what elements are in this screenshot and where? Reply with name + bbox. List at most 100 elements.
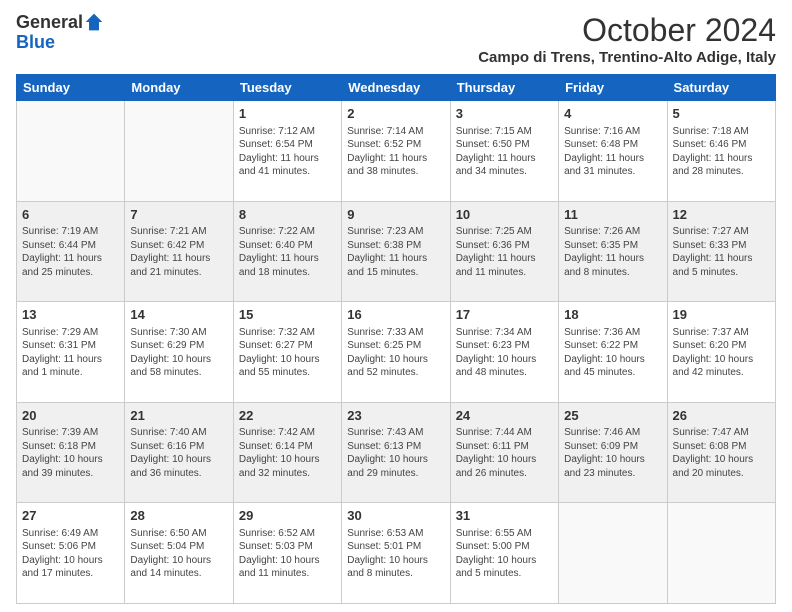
calendar-cell: 15 Sunrise: 7:32 AM Sunset: 6:27 PM Dayli… [233, 302, 341, 403]
calendar-header-sunday: Sunday [17, 75, 125, 101]
calendar-cell: 14 Sunrise: 7:30 AM Sunset: 6:29 PM Dayli… [125, 302, 233, 403]
day-info: Sunrise: 7:43 AM Sunset: 6:13 PM Dayligh… [347, 426, 444, 480]
calendar-week-row: 6Sunrise: 7:19 AM Sunset: 6:44 PM Daylig… [17, 201, 776, 302]
calendar-cell: 4 Sunrise: 7:16 AM Sunset: 6:48 PM Daylig… [559, 101, 667, 202]
day-number: 25 [564, 407, 661, 425]
calendar-cell: 25Sunrise: 7:46 AM Sunset: 6:09 PM Dayli… [559, 402, 667, 503]
day-number: 4 [564, 105, 661, 123]
day-info: Sunrise: 7:36 AM Sunset: 6:22 PM Dayligh… [564, 326, 661, 380]
calendar-cell: 31 Sunrise: 6:55 AM Sunset: 5:00 PM Dayli… [450, 503, 558, 604]
day-info: Sunrise: 7:26 AM Sunset: 6:35 PM Dayligh… [564, 225, 661, 279]
subtitle: Campo di Trens, Trentino-Alto Adige, Ita… [478, 49, 776, 66]
day-info: Sunrise: 7:42 AM Sunset: 6:14 PM Dayligh… [239, 426, 336, 480]
day-info: Sunrise: 7:29 AM Sunset: 6:31 PM Dayligh… [22, 326, 119, 380]
day-number: 22 [239, 407, 336, 425]
day-info: Sunrise: 7:39 AM Sunset: 6:18 PM Dayligh… [22, 426, 119, 480]
calendar-cell: 16Sunrise: 7:33 AM Sunset: 6:25 PM Dayli… [342, 302, 450, 403]
day-info: Sunrise: 7:47 AM Sunset: 6:08 PM Dayligh… [673, 426, 770, 480]
day-info: Sunrise: 7:27 AM Sunset: 6:33 PM Dayligh… [673, 225, 770, 279]
day-info: Sunrise: 7:33 AM Sunset: 6:25 PM Dayligh… [347, 326, 444, 380]
day-info: Sunrise: 7:40 AM Sunset: 6:16 PM Dayligh… [130, 426, 227, 480]
calendar-cell: 10Sunrise: 7:25 AM Sunset: 6:36 PM Dayli… [450, 201, 558, 302]
calendar-week-row: 20Sunrise: 7:39 AM Sunset: 6:18 PM Dayli… [17, 402, 776, 503]
calendar-header-saturday: Saturday [667, 75, 775, 101]
day-number: 7 [130, 206, 227, 224]
calendar-cell: 6Sunrise: 7:19 AM Sunset: 6:44 PM Daylig… [17, 201, 125, 302]
calendar-cell [559, 503, 667, 604]
day-number: 29 [239, 507, 336, 525]
calendar-cell: 21Sunrise: 7:40 AM Sunset: 6:16 PM Dayli… [125, 402, 233, 503]
day-info: Sunrise: 7:15 AM Sunset: 6:50 PM Dayligh… [456, 125, 553, 179]
day-info: Sunrise: 6:52 AM Sunset: 5:03 PM Dayligh… [239, 527, 336, 581]
header: General Blue October 2024 Campo di Trens… [16, 12, 776, 66]
day-number: 21 [130, 407, 227, 425]
day-info: Sunrise: 7:22 AM Sunset: 6:40 PM Dayligh… [239, 225, 336, 279]
calendar-cell: 23Sunrise: 7:43 AM Sunset: 6:13 PM Dayli… [342, 402, 450, 503]
calendar-cell: 17Sunrise: 7:34 AM Sunset: 6:23 PM Dayli… [450, 302, 558, 403]
day-info: Sunrise: 6:53 AM Sunset: 5:01 PM Dayligh… [347, 527, 444, 581]
day-number: 1 [239, 105, 336, 123]
calendar-cell: 1 Sunrise: 7:12 AM Sunset: 6:54 PM Daylig… [233, 101, 341, 202]
title-block: October 2024 Campo di Trens, Trentino-Al… [478, 12, 776, 66]
calendar-cell: 30Sunrise: 6:53 AM Sunset: 5:01 PM Dayli… [342, 503, 450, 604]
day-number: 10 [456, 206, 553, 224]
calendar-cell: 3 Sunrise: 7:15 AM Sunset: 6:50 PM Daylig… [450, 101, 558, 202]
day-info: Sunrise: 7:12 AM Sunset: 6:54 PM Dayligh… [239, 125, 336, 179]
page: General Blue October 2024 Campo di Trens… [0, 0, 792, 612]
day-number: 6 [22, 206, 119, 224]
calendar-cell: 18Sunrise: 7:36 AM Sunset: 6:22 PM Dayli… [559, 302, 667, 403]
calendar-week-row: 27Sunrise: 6:49 AM Sunset: 5:06 PM Dayli… [17, 503, 776, 604]
calendar-cell [667, 503, 775, 604]
day-info: Sunrise: 6:55 AM Sunset: 5:00 PM Dayligh… [456, 527, 553, 581]
day-number: 24 [456, 407, 553, 425]
day-number: 15 [239, 306, 336, 324]
day-info: Sunrise: 7:44 AM Sunset: 6:11 PM Dayligh… [456, 426, 553, 480]
calendar-cell [17, 101, 125, 202]
day-number: 31 [456, 507, 553, 525]
calendar-cell [125, 101, 233, 202]
day-number: 2 [347, 105, 444, 123]
day-number: 17 [456, 306, 553, 324]
day-number: 26 [673, 407, 770, 425]
calendar-week-row: 13Sunrise: 7:29 AM Sunset: 6:31 PM Dayli… [17, 302, 776, 403]
calendar-cell: 19Sunrise: 7:37 AM Sunset: 6:20 PM Dayli… [667, 302, 775, 403]
calendar-cell: 22Sunrise: 7:42 AM Sunset: 6:14 PM Dayli… [233, 402, 341, 503]
calendar-cell: 12Sunrise: 7:27 AM Sunset: 6:33 PM Dayli… [667, 201, 775, 302]
calendar-cell: 9Sunrise: 7:23 AM Sunset: 6:38 PM Daylig… [342, 201, 450, 302]
day-info: Sunrise: 7:16 AM Sunset: 6:48 PM Dayligh… [564, 125, 661, 179]
day-info: Sunrise: 7:21 AM Sunset: 6:42 PM Dayligh… [130, 225, 227, 279]
logo-icon [84, 12, 104, 32]
calendar-header-friday: Friday [559, 75, 667, 101]
calendar-header-row: SundayMondayTuesdayWednesdayThursdayFrid… [17, 75, 776, 101]
day-info: Sunrise: 6:49 AM Sunset: 5:06 PM Dayligh… [22, 527, 119, 581]
calendar-header-thursday: Thursday [450, 75, 558, 101]
day-number: 3 [456, 105, 553, 123]
calendar-cell: 8Sunrise: 7:22 AM Sunset: 6:40 PM Daylig… [233, 201, 341, 302]
calendar-cell: 29 Sunrise: 6:52 AM Sunset: 5:03 PM Dayli… [233, 503, 341, 604]
calendar-header-monday: Monday [125, 75, 233, 101]
day-number: 5 [673, 105, 770, 123]
day-info: Sunrise: 6:50 AM Sunset: 5:04 PM Dayligh… [130, 527, 227, 581]
calendar-cell: 24Sunrise: 7:44 AM Sunset: 6:11 PM Dayli… [450, 402, 558, 503]
day-info: Sunrise: 7:19 AM Sunset: 6:44 PM Dayligh… [22, 225, 119, 279]
logo-blue-text: Blue [16, 32, 55, 53]
logo-text: General [16, 12, 104, 32]
calendar-cell: 27Sunrise: 6:49 AM Sunset: 5:06 PM Dayli… [17, 503, 125, 604]
day-number: 14 [130, 306, 227, 324]
calendar-cell: 11Sunrise: 7:26 AM Sunset: 6:35 PM Dayli… [559, 201, 667, 302]
day-number: 28 [130, 507, 227, 525]
calendar-cell: 2 Sunrise: 7:14 AM Sunset: 6:52 PM Daylig… [342, 101, 450, 202]
day-info: Sunrise: 7:14 AM Sunset: 6:52 PM Dayligh… [347, 125, 444, 179]
day-info: Sunrise: 7:25 AM Sunset: 6:36 PM Dayligh… [456, 225, 553, 279]
calendar-header-wednesday: Wednesday [342, 75, 450, 101]
logo-general: General [16, 13, 83, 31]
main-title: October 2024 [478, 12, 776, 49]
calendar-cell: 13Sunrise: 7:29 AM Sunset: 6:31 PM Dayli… [17, 302, 125, 403]
calendar-header-tuesday: Tuesday [233, 75, 341, 101]
calendar-cell: 5Sunrise: 7:18 AM Sunset: 6:46 PM Daylig… [667, 101, 775, 202]
calendar-cell: 28 Sunrise: 6:50 AM Sunset: 5:04 PM Dayli… [125, 503, 233, 604]
calendar-cell: 20Sunrise: 7:39 AM Sunset: 6:18 PM Dayli… [17, 402, 125, 503]
day-info: Sunrise: 7:30 AM Sunset: 6:29 PM Dayligh… [130, 326, 227, 380]
calendar-cell: 26Sunrise: 7:47 AM Sunset: 6:08 PM Dayli… [667, 402, 775, 503]
day-info: Sunrise: 7:32 AM Sunset: 6:27 PM Dayligh… [239, 326, 336, 380]
